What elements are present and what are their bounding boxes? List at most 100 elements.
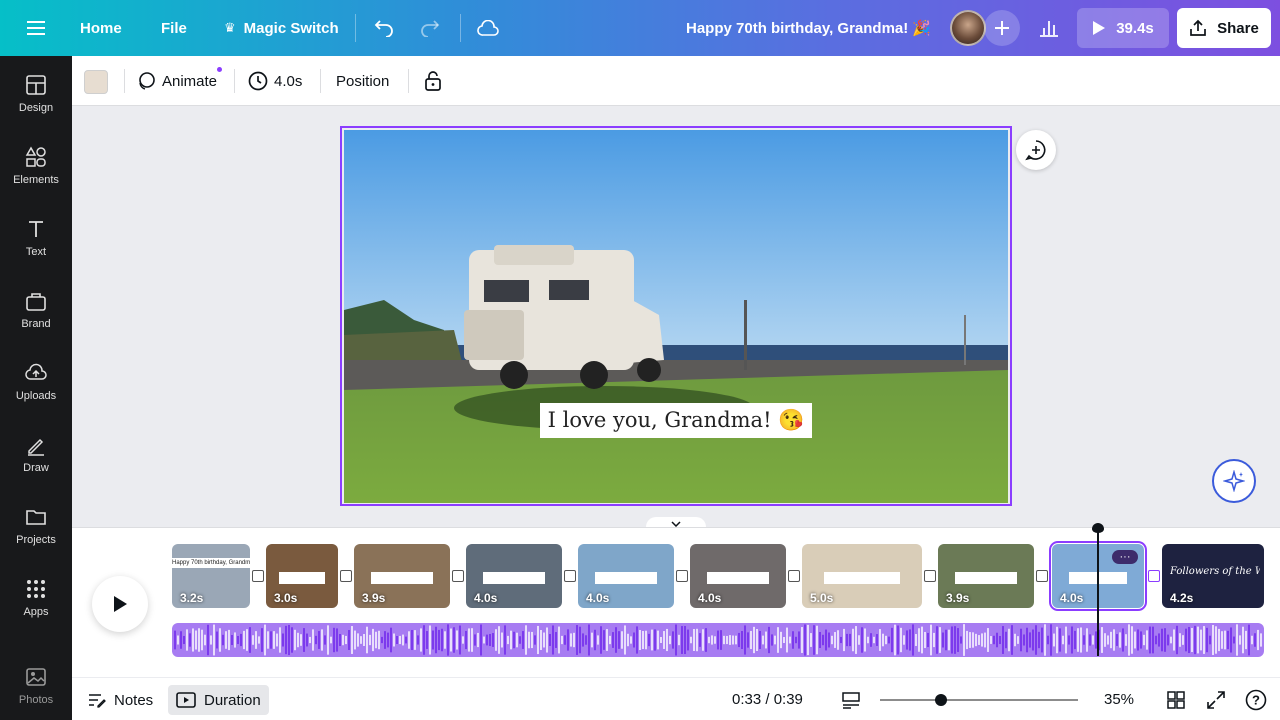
home-button[interactable]: Home: [68, 8, 134, 48]
add-comment-button[interactable]: [1016, 130, 1056, 170]
notes-button[interactable]: Notes: [80, 685, 161, 715]
sidebar-item-elements[interactable]: Elements: [0, 136, 72, 196]
zoom-slider-track[interactable]: [880, 699, 1078, 701]
waveform-bar: [1059, 628, 1061, 652]
waveform-bar: [228, 629, 230, 651]
menu-icon[interactable]: [20, 14, 52, 42]
magic-assistant-button[interactable]: [1212, 459, 1256, 503]
waveform-bar: [399, 635, 401, 645]
waveform-bar: [255, 631, 257, 649]
transition-icon[interactable]: [1036, 570, 1048, 582]
timeline-clip[interactable]: 3.9s: [938, 544, 1034, 608]
waveform-bar: [786, 627, 788, 653]
waveform-bar: [426, 631, 428, 649]
waveform-bar: [771, 634, 773, 646]
lock-icon[interactable]: [424, 66, 442, 96]
sidebar-item-text[interactable]: Text: [0, 208, 72, 268]
transition-icon[interactable]: [252, 570, 264, 582]
waveform-bar: [1242, 626, 1244, 654]
waveform-bar: [1053, 633, 1055, 647]
undo-icon[interactable]: [368, 12, 400, 44]
waveform-bar: [651, 629, 653, 651]
draw-icon: [28, 438, 44, 456]
more-options-button[interactable]: ···: [1112, 550, 1138, 564]
waveform-bar: [1131, 626, 1133, 654]
transition-icon[interactable]: [564, 570, 576, 582]
add-collaborator-button[interactable]: [984, 10, 1020, 46]
analytics-button[interactable]: [1030, 10, 1068, 46]
timeline-clip[interactable]: 5.0s: [802, 544, 922, 608]
waveform-bar: [801, 627, 803, 653]
sidebar-item-photos[interactable]: Photos: [0, 656, 72, 716]
grid-view-icon[interactable]: [1164, 688, 1188, 712]
page-photo[interactable]: [344, 130, 1008, 503]
projects-icon: [26, 510, 46, 525]
transition-icon[interactable]: [340, 570, 352, 582]
waveform-bar: [387, 632, 389, 648]
transition-icon[interactable]: [1148, 570, 1160, 582]
timeline-clip[interactable]: 4.0s: [578, 544, 674, 608]
cloud-save-icon[interactable]: [472, 12, 504, 44]
audio-track[interactable]: [172, 623, 1264, 657]
clip-caption-bar: [823, 572, 901, 585]
page-view-icon[interactable]: [839, 688, 863, 712]
caption-text-box[interactable]: I love you, Grandma! 😘: [540, 403, 812, 438]
waveform-bar: [840, 636, 842, 644]
timeline-clip[interactable]: 4.0s: [466, 544, 562, 608]
sidebar-item-draw[interactable]: Draw: [0, 424, 72, 484]
waveform-bar: [525, 625, 527, 655]
playhead-handle[interactable]: [1092, 523, 1104, 533]
timeline-clip[interactable]: 3.0s: [266, 544, 338, 608]
zoom-level[interactable]: 35%: [1104, 691, 1134, 708]
fullscreen-icon[interactable]: [1204, 688, 1228, 712]
waveform-bar: [444, 631, 446, 649]
zoom-slider-handle[interactable]: [935, 694, 947, 706]
timeline-clip[interactable]: 3.9s: [354, 544, 450, 608]
timeline-play-button[interactable]: [92, 576, 148, 632]
waveform-bar: [819, 632, 821, 648]
help-button[interactable]: ?: [1244, 688, 1268, 712]
waveform-bar: [486, 634, 488, 646]
waveform-bar: [927, 632, 929, 648]
redo-icon[interactable]: [414, 12, 446, 44]
magic-switch-button[interactable]: ♛ Magic Switch: [212, 8, 351, 48]
playhead[interactable]: [1097, 528, 1099, 656]
timeline-clip[interactable]: Happy 70th birthday, Grandma 3.2s: [172, 544, 250, 608]
sidebar-item-design[interactable]: Design: [0, 64, 72, 124]
duration-button[interactable]: 4.0s: [248, 66, 302, 96]
context-toolbar: Animate 4.0s Position: [72, 56, 1280, 106]
duration-toggle-button[interactable]: Duration: [168, 685, 269, 715]
document-title[interactable]: Happy 70th birthday, Grandma! 🎉: [686, 19, 931, 37]
animate-button[interactable]: Animate: [136, 66, 217, 96]
timeline-clip[interactable]: 4.0s: [690, 544, 786, 608]
transition-icon[interactable]: [676, 570, 688, 582]
waveform-bar: [408, 631, 410, 649]
waveform-bar: [1134, 631, 1136, 649]
play-preview-button[interactable]: 39.4s: [1077, 8, 1169, 48]
waveform-bar: [411, 629, 413, 651]
waveform-bar: [741, 631, 743, 649]
waveform-bar: [795, 636, 797, 644]
sidebar-item-apps[interactable]: Apps: [0, 568, 72, 628]
sidebar-item-uploads[interactable]: Uploads: [0, 352, 72, 412]
transition-icon[interactable]: [788, 570, 800, 582]
waveform-bar: [894, 624, 896, 656]
notes-icon: [89, 694, 106, 708]
waveform-bar: [180, 631, 182, 649]
sidebar-item-projects[interactable]: Projects: [0, 496, 72, 556]
transition-icon[interactable]: [452, 570, 464, 582]
transition-icon[interactable]: [924, 570, 936, 582]
background-color-swatch[interactable]: [84, 70, 108, 94]
timeline-clip[interactable]: Followers of the Way 4.2s: [1162, 544, 1264, 608]
waveform-bar: [1152, 626, 1154, 654]
waveform-bar: [849, 633, 851, 647]
share-button[interactable]: Share: [1177, 8, 1271, 48]
clip-duration: 4.0s: [1060, 591, 1084, 605]
clip-duration: 3.0s: [274, 591, 298, 605]
waveform-bar: [294, 629, 296, 651]
file-menu-button[interactable]: File: [149, 8, 199, 48]
waveform-bar: [219, 628, 221, 652]
avatar[interactable]: [950, 10, 986, 46]
position-button[interactable]: Position: [336, 66, 389, 96]
sidebar-item-brand[interactable]: Brand: [0, 280, 72, 340]
